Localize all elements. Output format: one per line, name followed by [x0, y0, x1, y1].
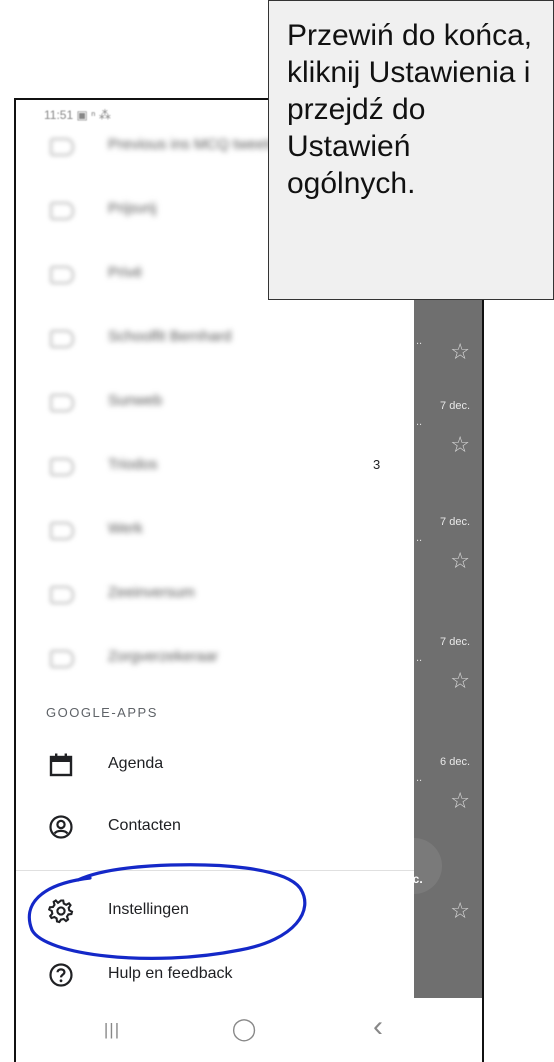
star-icon[interactable]: ☆	[450, 790, 470, 812]
star-icon[interactable]: ☆	[450, 900, 470, 922]
drawer-label-item[interactable]: Werk	[16, 500, 414, 564]
drawer-divider	[16, 870, 414, 871]
recents-button[interactable]: |||	[92, 1020, 132, 1040]
gear-icon	[47, 898, 74, 924]
inbox-date: 7 dec.	[440, 516, 470, 528]
label-text: Zorgverzekeraar	[108, 648, 219, 665]
drawer-label-item[interactable]: Triodos 3	[16, 436, 414, 500]
drawer-label-item[interactable]: Zeeinversum	[16, 564, 414, 628]
drawer-item-instellingen[interactable]: Instellingen	[16, 884, 414, 940]
label-text: Previous ins MCQ tweets	[108, 136, 277, 153]
label-icon	[50, 458, 74, 476]
label-text: Triodos	[108, 456, 158, 473]
star-icon[interactable]: ☆	[450, 670, 470, 692]
label-text: Sunweb	[108, 392, 163, 409]
label-icon	[50, 650, 74, 668]
back-button[interactable]: ‹	[358, 1010, 398, 1044]
label-text: Zeeinversum	[108, 584, 195, 601]
drawer-item-agenda[interactable]: Agenda	[16, 738, 414, 794]
label-text: Privé	[108, 264, 143, 281]
instruction-callout: Przewiń do końca, kliknij Ustawienia i p…	[268, 0, 554, 300]
unread-count: 3	[373, 457, 381, 472]
drawer-item-label: Contacten	[108, 817, 181, 834]
inbox-row[interactable]: 7 dec. .. ☆	[416, 512, 476, 572]
label-text: Schoolfit Bernhard	[108, 328, 232, 345]
drawer-label-item[interactable]: Sunweb	[16, 372, 414, 436]
label-icon	[50, 138, 74, 156]
drawer-label-item[interactable]: Schoolfit Bernhard	[16, 308, 414, 372]
help-icon	[48, 962, 74, 988]
drawer-item-label: Agenda	[108, 755, 164, 772]
inbox-row[interactable]: 6 dec. .. ☆	[416, 752, 476, 812]
calendar-icon	[48, 752, 74, 778]
drawer-item-label: Hulp en feedback	[108, 965, 233, 982]
home-button[interactable]: ◯	[224, 1016, 264, 1042]
android-navbar: ||| ◯ ‹	[16, 998, 482, 1062]
label-icon	[50, 266, 74, 284]
drawer-item-label: Instellingen	[108, 901, 189, 918]
label-icon	[50, 586, 74, 604]
label-text: Prijsvrij	[108, 200, 157, 217]
label-icon	[50, 330, 74, 348]
inbox-date: 6 dec.	[440, 756, 470, 768]
inbox-row[interactable]: ☆	[416, 890, 476, 950]
star-icon[interactable]: ☆	[450, 550, 470, 572]
inbox-date: 7 dec.	[440, 400, 470, 412]
inbox-date: 7 dec.	[440, 636, 470, 648]
contacts-icon	[48, 814, 74, 840]
drawer-item-contacten[interactable]: Contacten	[16, 800, 414, 856]
label-icon	[50, 394, 74, 412]
drawer-item-help[interactable]: Hulp en feedback	[16, 948, 414, 1004]
star-icon[interactable]: ☆	[450, 341, 470, 363]
google-apps-header: GOOGLE-APPS	[46, 705, 158, 720]
inbox-row[interactable]: 7 dec. .. ☆	[416, 396, 476, 456]
label-icon	[50, 522, 74, 540]
inbox-row[interactable]: 7 dec. .. ☆	[416, 632, 476, 692]
label-text: Werk	[108, 520, 143, 537]
inbox-row[interactable]: .. ☆	[416, 315, 476, 375]
star-icon[interactable]: ☆	[450, 434, 470, 456]
label-icon	[50, 202, 74, 220]
drawer-label-item[interactable]: Zorgverzekeraar	[16, 628, 414, 692]
